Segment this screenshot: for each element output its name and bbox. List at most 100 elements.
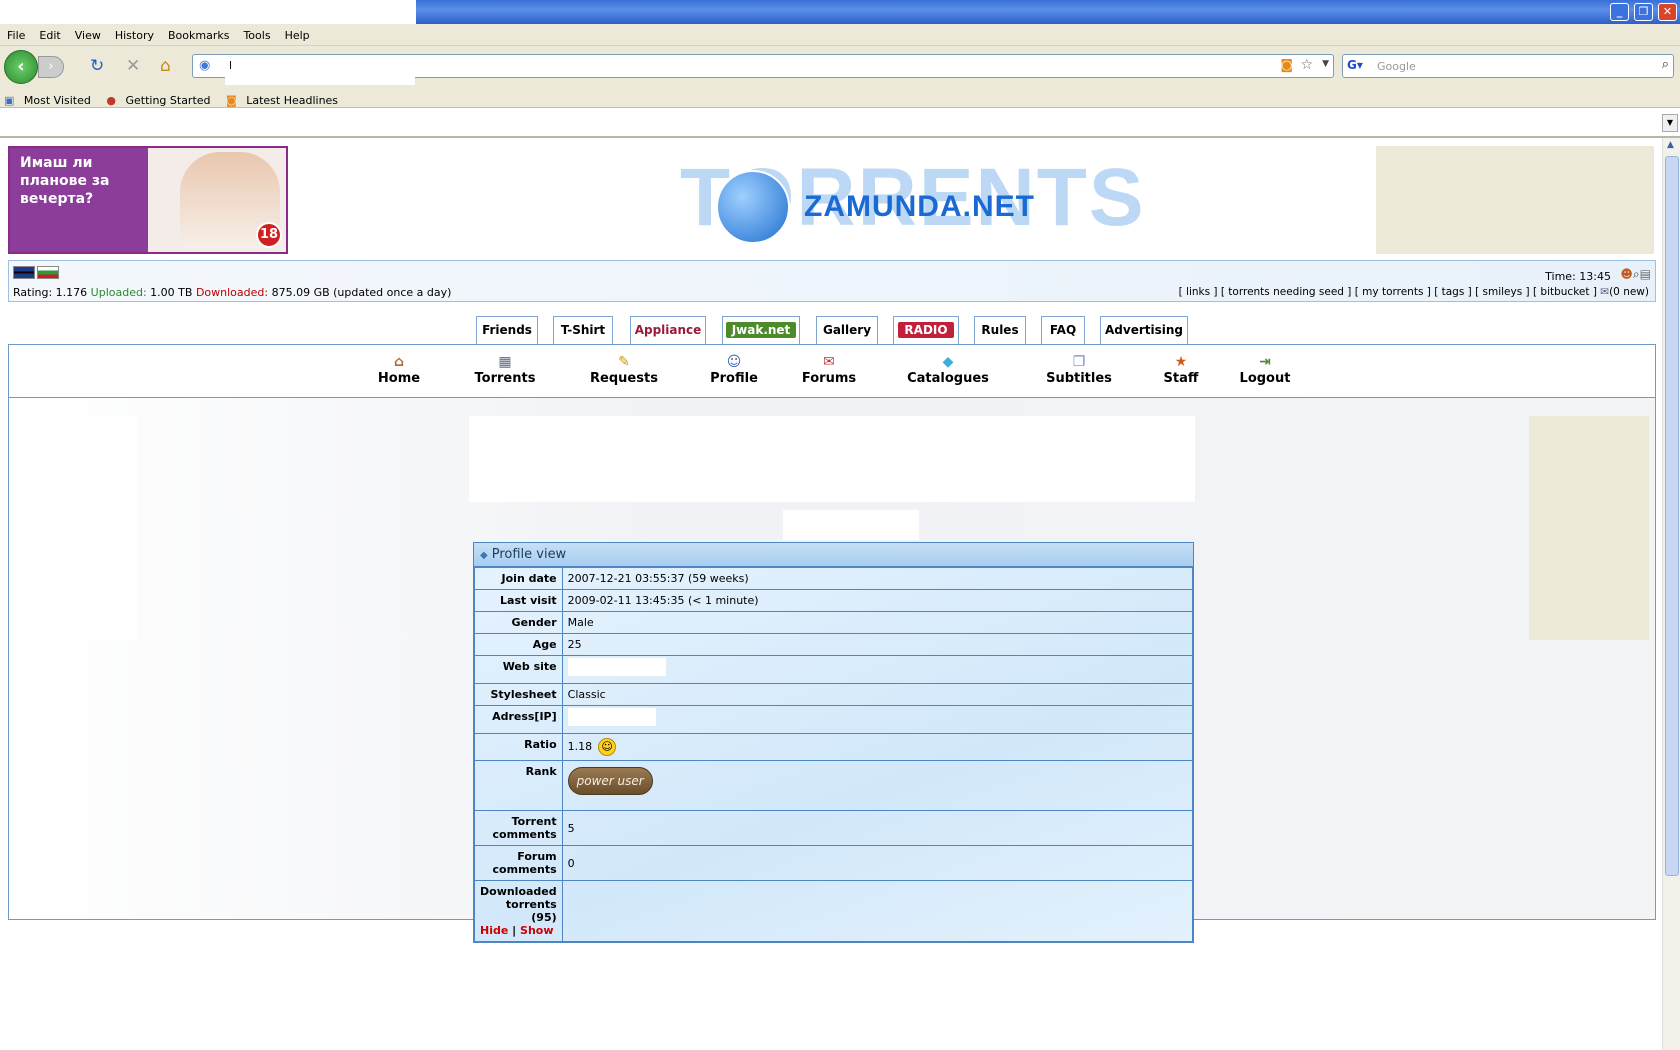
bookmark-most-visited[interactable]: ▣ Most Visited — [0, 86, 99, 107]
user-stats: Rating: 1.176 Uploaded: 1.00 TB Download… — [13, 286, 451, 299]
url-bar[interactable]: ◉ l ◙ ☆ ▼ — [192, 54, 1334, 85]
bookmark-getting-started[interactable]: ● Getting Started — [102, 86, 218, 107]
forward-button[interactable]: › — [38, 56, 64, 78]
nav-subtitles[interactable]: ❐ Subtitles — [1039, 353, 1119, 386]
link-separator: | — [512, 924, 517, 937]
tab-advertising[interactable]: Advertising — [1100, 316, 1188, 344]
window-titlebar: _ ❐ ✕ — [0, 0, 1680, 24]
nav-label: Logout — [1239, 371, 1291, 386]
ratio-value: 1.18 — [567, 740, 593, 753]
uploaded-label: Uploaded: — [90, 286, 147, 299]
mail-icon[interactable]: ✉ — [1600, 286, 1609, 298]
nav-torrents[interactable]: ▦ Torrents — [465, 353, 545, 386]
scrollbar-thumb[interactable] — [1665, 156, 1679, 876]
tab-friends[interactable]: Friends — [476, 316, 538, 344]
menu-view[interactable]: View — [68, 24, 108, 42]
bookmark-label: Most Visited — [23, 94, 91, 107]
menu-bookmarks[interactable]: Bookmarks — [161, 24, 236, 42]
menu-tools[interactable]: Tools — [236, 24, 277, 42]
rank-cell: power user — [561, 760, 1194, 811]
users-icon[interactable]: ☻ — [1620, 267, 1633, 281]
scroll-up-icon[interactable]: ▲ — [1667, 140, 1674, 150]
requests-icon: ✎ — [618, 354, 630, 370]
nav-catalogues[interactable]: ◆ Catalogues — [899, 353, 997, 386]
close-button[interactable]: ✕ — [1658, 3, 1677, 21]
bookmark-latest-headlines[interactable]: ◙ Latest Headlines — [222, 86, 346, 107]
search-icon[interactable]: ⌕ — [1633, 267, 1640, 281]
nav-logout[interactable]: ⇥ Logout — [1231, 353, 1299, 386]
nav-requests[interactable]: ✎ Requests — [579, 353, 669, 386]
google-icon[interactable]: G▾ — [1347, 58, 1363, 72]
page-body: ◆ Profile view Join date 2007-12-21 03:55:… — [8, 398, 1656, 943]
rss-icon[interactable]: ◙ — [1280, 58, 1293, 73]
url-dropdown-icon[interactable]: ▼ — [1322, 59, 1329, 69]
site-identity-icon[interactable]: ◉ — [199, 58, 210, 73]
table-row: Rank power user — [474, 760, 1194, 811]
show-link[interactable]: Show — [520, 924, 553, 937]
home-icon[interactable]: ⌂ — [160, 56, 171, 76]
new-messages-count[interactable]: (0 new) — [1609, 286, 1649, 298]
tab-list-dropdown-icon[interactable]: ▼ — [1662, 114, 1678, 132]
forum-comments-value[interactable]: 0 — [561, 845, 1194, 881]
tab-faq[interactable]: FAQ — [1041, 316, 1085, 344]
minimize-button[interactable]: _ — [1610, 3, 1629, 21]
english-flag-icon[interactable] — [13, 265, 35, 279]
nav-staff[interactable]: ★ Staff — [1153, 353, 1209, 386]
tab-label: Jwak.net — [725, 322, 797, 338]
reload-icon[interactable]: ↻ — [90, 56, 104, 76]
nav-home[interactable]: ⌂ Home — [369, 353, 429, 386]
menu-edit[interactable]: Edit — [32, 24, 67, 42]
search-box[interactable]: G▾ Google ⌕ — [1342, 54, 1674, 78]
bulgarian-flag-icon[interactable] — [37, 265, 59, 279]
small-ad-placeholder — [783, 510, 919, 540]
url-text[interactable]: l — [229, 59, 232, 72]
top-nav-tabs: Friends T-Shirt Appliance Jwak.net Galle… — [476, 316, 1188, 344]
main-nav: ⌂ Home ▦ Torrents ✎ Requests ☺ Profile ✉ Foru… — [8, 344, 1656, 398]
tab-jwak[interactable]: Jwak.net — [722, 316, 800, 344]
rating-value: 1.176 — [55, 286, 88, 299]
nav-label: Profile — [710, 371, 758, 386]
tab-appliance[interactable]: Appliance — [630, 316, 706, 344]
menu-file[interactable]: File — [0, 24, 32, 42]
nav-label: Home — [377, 371, 421, 386]
menu-bar: File Edit View History Bookmarks Tools Help — [0, 24, 1680, 46]
rss-icon: ◙ — [226, 94, 237, 107]
banner-ad[interactable]: Имаш ли плановe за вечерта? 18 — [8, 146, 288, 254]
stop-icon[interactable]: ✕ — [126, 56, 140, 76]
vertical-scrollbar[interactable]: ▲ — [1662, 138, 1680, 1050]
bookmark-star-icon[interactable]: ☆ — [1300, 57, 1313, 73]
quick-links-text[interactable]: [ links ] [ torrents needing seed ] [ my… — [1179, 286, 1597, 298]
table-row: Ratio 1.18 ☺ — [474, 733, 1194, 761]
maximize-button[interactable]: ❐ — [1634, 3, 1653, 21]
notes-icon[interactable]: ▤ — [1640, 267, 1651, 281]
tab-label: FAQ — [1049, 323, 1077, 337]
torrent-comments-value[interactable]: 5 — [561, 810, 1194, 846]
catalogues-icon: ◆ — [942, 354, 954, 370]
top-ad-placeholder — [469, 416, 1195, 502]
menu-history[interactable]: History — [108, 24, 161, 42]
tab-label: Gallery — [822, 323, 872, 337]
table-row: Web site — [474, 655, 1194, 684]
back-button[interactable]: ‹ — [4, 50, 38, 84]
address-ip-value — [567, 708, 656, 726]
site-logo[interactable]: TORRENTS ZAMUNDA.NET — [680, 152, 1144, 244]
menu-help[interactable]: Help — [278, 24, 317, 42]
tab-radio[interactable]: RADIO — [893, 316, 959, 344]
tab-gallery[interactable]: Gallery — [816, 316, 878, 344]
ratio-cell: 1.18 ☺ — [561, 733, 1194, 761]
downloaded-torrents-cell: Downloaded torrents (95) Hide | Show — [474, 880, 563, 942]
side-ad-placeholder — [1376, 146, 1654, 254]
profile-title: Profile view — [491, 547, 567, 562]
table-row: Torrent comments 5 — [474, 810, 1194, 846]
search-magnifier-icon[interactable]: ⌕ — [1662, 57, 1669, 72]
hide-link[interactable]: Hide — [480, 924, 508, 937]
tab-rules[interactable]: Rules — [974, 316, 1026, 344]
nav-profile[interactable]: ☺ Profile — [699, 353, 769, 386]
downloaded-torrents-value — [561, 880, 1194, 942]
nav-label: Torrents — [474, 371, 536, 386]
website-value[interactable] — [567, 658, 666, 676]
tab-t-shirt[interactable]: T-Shirt — [553, 316, 613, 344]
nav-forums[interactable]: ✉ Forums — [793, 353, 865, 386]
join-date-value: 2007-12-21 03:55:37 (59 weeks) — [561, 567, 1194, 590]
row-label: Ratio — [474, 733, 563, 761]
